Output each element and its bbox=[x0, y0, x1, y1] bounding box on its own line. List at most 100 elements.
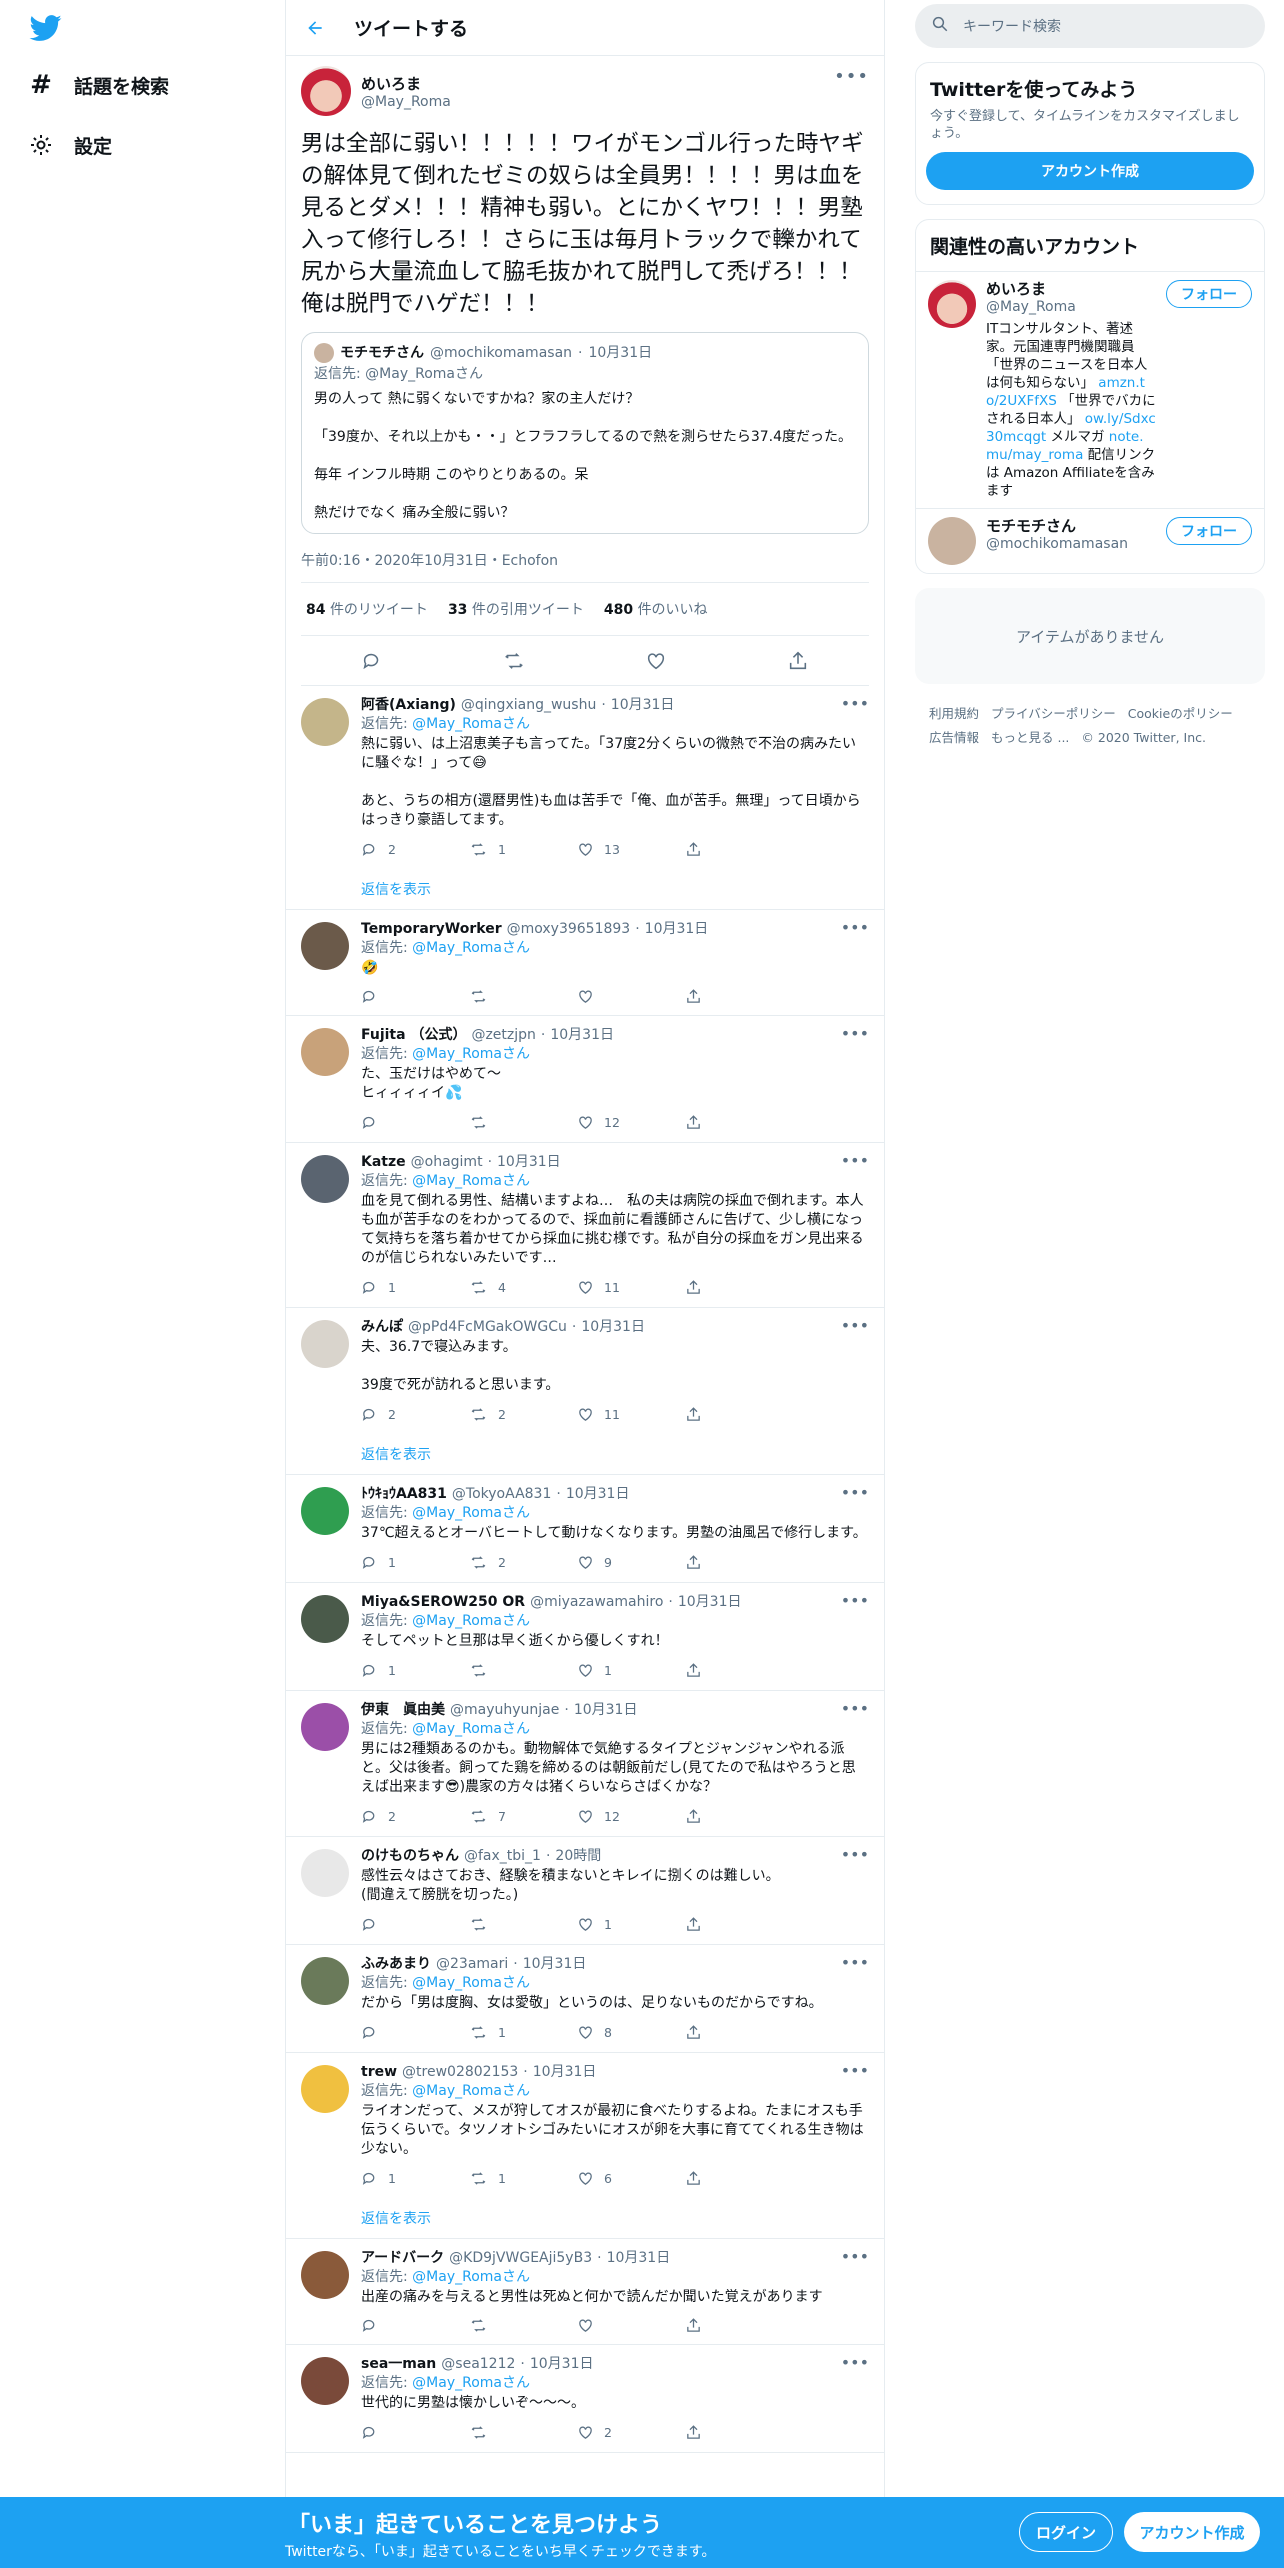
reply-button[interactable] bbox=[361, 2024, 469, 2041]
avatar[interactable] bbox=[301, 1320, 349, 1368]
retweet-button[interactable] bbox=[469, 1916, 577, 1933]
share-button[interactable] bbox=[685, 1808, 793, 1825]
avatar[interactable] bbox=[301, 2065, 349, 2113]
reply-author-name[interactable]: Fujita （公式） bbox=[361, 1026, 466, 1045]
reply-button[interactable]: 1 bbox=[361, 2169, 469, 2188]
share-button[interactable] bbox=[685, 1554, 793, 1571]
reply-button[interactable]: 2 bbox=[361, 1807, 469, 1826]
reply-to-handle[interactable]: @May_Romaさん bbox=[412, 1721, 530, 1737]
quoted-tweet[interactable]: モチモチさん @mochikomamasan · 10月31日 返信先: @Ma… bbox=[301, 332, 869, 534]
like-button[interactable]: 2 bbox=[577, 2423, 685, 2442]
quote-count[interactable]: 33 件の引用ツイート bbox=[448, 599, 584, 619]
reply-tweet[interactable]: ••• アードバーク @KD9jVWGEAji5yB3 · 10月31日 返信先: @Ma… bbox=[286, 2239, 884, 2345]
retweet-button[interactable] bbox=[469, 2424, 577, 2441]
reply-button[interactable]: 2 bbox=[361, 840, 469, 859]
retweet-button[interactable]: 1 bbox=[469, 2023, 577, 2042]
more-options-icon[interactable]: ••• bbox=[841, 694, 869, 713]
tweet-timestamp[interactable]: 午前0:16・2020年10月31日・Echofon bbox=[301, 534, 869, 583]
reply-date[interactable]: 10月31日 bbox=[523, 1955, 587, 1974]
avatar[interactable] bbox=[301, 1849, 349, 1897]
share-button[interactable] bbox=[685, 841, 793, 858]
reply-date[interactable]: 10月31日 bbox=[533, 2063, 597, 2082]
footer-link[interactable]: Cookieのポリシー bbox=[1128, 706, 1233, 721]
share-button[interactable] bbox=[685, 1279, 793, 1296]
like-count[interactable]: 480 件のいいね bbox=[604, 599, 708, 619]
show-replies-link[interactable]: 返信を表示 bbox=[286, 1434, 884, 1475]
reply-date[interactable]: 10月31日 bbox=[581, 1318, 645, 1337]
reply-button[interactable] bbox=[361, 2317, 469, 2334]
reply-author-handle[interactable]: @pPd4FcMGakOWGCu bbox=[408, 1318, 567, 1337]
related-account[interactable]: モチモチさん @mochikomamasan フォロー bbox=[916, 508, 1264, 573]
reply-author-name[interactable]: Katze bbox=[361, 1153, 406, 1172]
twitter-logo-icon[interactable] bbox=[26, 12, 66, 44]
tweet-author-handle[interactable]: @May_Roma bbox=[361, 94, 451, 110]
reply-to-handle[interactable]: @May_Romaさん bbox=[412, 1046, 530, 1062]
reply-to-handle[interactable]: @May_Romaさん bbox=[412, 1613, 530, 1629]
footer-link[interactable]: 利用規約 bbox=[929, 706, 979, 721]
avatar[interactable] bbox=[301, 1595, 349, 1643]
more-options-icon[interactable]: ••• bbox=[841, 1953, 869, 1972]
reply-tweet[interactable]: ••• 阿香(Axiang) @qingxiang_wushu · 10月31日 返信先:… bbox=[286, 686, 884, 869]
retweet-button[interactable]: 1 bbox=[469, 840, 577, 859]
like-button[interactable]: 13 bbox=[577, 840, 685, 859]
more-options-icon[interactable]: ••• bbox=[834, 66, 869, 87]
reply-author-handle[interactable]: @miyazawamahiro bbox=[530, 1593, 663, 1612]
reply-to-handle[interactable]: @May_Romaさん bbox=[412, 1173, 530, 1189]
more-options-icon[interactable]: ••• bbox=[841, 1316, 869, 1335]
avatar[interactable] bbox=[301, 1957, 349, 2005]
reply-tweet[interactable]: ••• sea一man @sea1212 · 10月31日 返信先: @May_Romaさ… bbox=[286, 2345, 884, 2453]
reply-date[interactable]: 10月31日 bbox=[607, 2249, 671, 2268]
reply-to-handle[interactable]: @May_Romaさん bbox=[412, 2269, 530, 2285]
related-account-name[interactable]: めいろま bbox=[986, 280, 1156, 298]
reply-author-name[interactable]: TemporaryWorker bbox=[361, 920, 502, 939]
retweet-button[interactable]: 2 bbox=[469, 1405, 577, 1424]
reply-author-handle[interactable]: @qingxiang_wushu bbox=[461, 696, 596, 715]
reply-author-handle[interactable]: @KD9jVWGEAji5yB3 bbox=[449, 2249, 592, 2268]
avatar[interactable] bbox=[301, 1703, 349, 1751]
more-options-icon[interactable]: ••• bbox=[841, 1151, 869, 1170]
avatar[interactable] bbox=[301, 698, 349, 746]
footer-link[interactable]: プライバシーポリシー bbox=[991, 706, 1116, 721]
retweet-button[interactable]: 7 bbox=[469, 1807, 577, 1826]
reply-author-name[interactable]: sea一man bbox=[361, 2355, 436, 2374]
reply-date[interactable]: 10月31日 bbox=[530, 2355, 594, 2374]
reply-to-handle[interactable]: @May_Romaさん bbox=[412, 2375, 530, 2391]
reply-to-handle[interactable]: @May_Romaさん bbox=[412, 1975, 530, 1991]
retweet-button[interactable] bbox=[469, 2317, 577, 2334]
reply-author-handle[interactable]: @fax_tbi_1 bbox=[464, 1847, 541, 1866]
share-button[interactable] bbox=[685, 2424, 793, 2441]
reply-to-handle[interactable]: @May_Romaさん bbox=[412, 1505, 530, 1521]
signup-button[interactable]: アカウント作成 bbox=[1124, 2512, 1260, 2552]
reply-author-handle[interactable]: @ohagimt bbox=[411, 1153, 483, 1172]
avatar[interactable] bbox=[301, 1487, 349, 1535]
more-options-icon[interactable]: ••• bbox=[841, 1483, 869, 1502]
like-icon[interactable] bbox=[642, 647, 670, 675]
reply-author-handle[interactable]: @sea1212 bbox=[441, 2355, 515, 2374]
share-button[interactable] bbox=[685, 1916, 793, 1933]
retweet-button[interactable]: 1 bbox=[469, 2169, 577, 2188]
reply-author-handle[interactable]: @trew02802153 bbox=[402, 2063, 518, 2082]
reply-tweet[interactable]: ••• のけものちゃん @fax_tbi_1 · 20時間 感性云々はさておき、経験を積ま… bbox=[286, 1837, 884, 1945]
tweet-author-name[interactable]: めいろま bbox=[361, 73, 451, 94]
show-replies-link[interactable]: 返信を表示 bbox=[286, 869, 884, 910]
reply-tweet[interactable]: ••• Fujita （公式） @zetzjpn · 10月31日 返信先: @May_R… bbox=[286, 1016, 884, 1143]
reply-button[interactable]: 1 bbox=[361, 1661, 469, 1680]
share-button[interactable] bbox=[685, 1114, 793, 1131]
retweet-button[interactable]: 4 bbox=[469, 1278, 577, 1297]
share-button[interactable] bbox=[685, 2317, 793, 2334]
reply-date[interactable]: 10月31日 bbox=[566, 1485, 630, 1504]
avatar[interactable] bbox=[301, 2251, 349, 2299]
reply-author-name[interactable]: のけものちゃん bbox=[361, 1847, 459, 1866]
reply-author-name[interactable]: trew bbox=[361, 2063, 397, 2082]
reply-tweet[interactable]: ••• みんぽ @pPd4FcMGakOWGCu · 10月31日 夫、36.7で寝込みま… bbox=[286, 1308, 884, 1434]
reply-tweet[interactable]: ••• Miya&SEROW250 OR @miyazawamahiro · 10月31… bbox=[286, 1583, 884, 1691]
login-button[interactable]: ログイン bbox=[1019, 2512, 1113, 2552]
avatar[interactable] bbox=[301, 66, 351, 116]
related-account-name[interactable]: モチモチさん bbox=[986, 517, 1156, 535]
retweet-button[interactable] bbox=[469, 988, 577, 1005]
like-button[interactable]: 12 bbox=[577, 1807, 685, 1826]
reply-author-name[interactable]: ふみあまり bbox=[361, 1955, 431, 1974]
share-button[interactable] bbox=[685, 2170, 793, 2187]
share-button[interactable] bbox=[685, 1662, 793, 1679]
reply-button[interactable]: 1 bbox=[361, 1278, 469, 1297]
